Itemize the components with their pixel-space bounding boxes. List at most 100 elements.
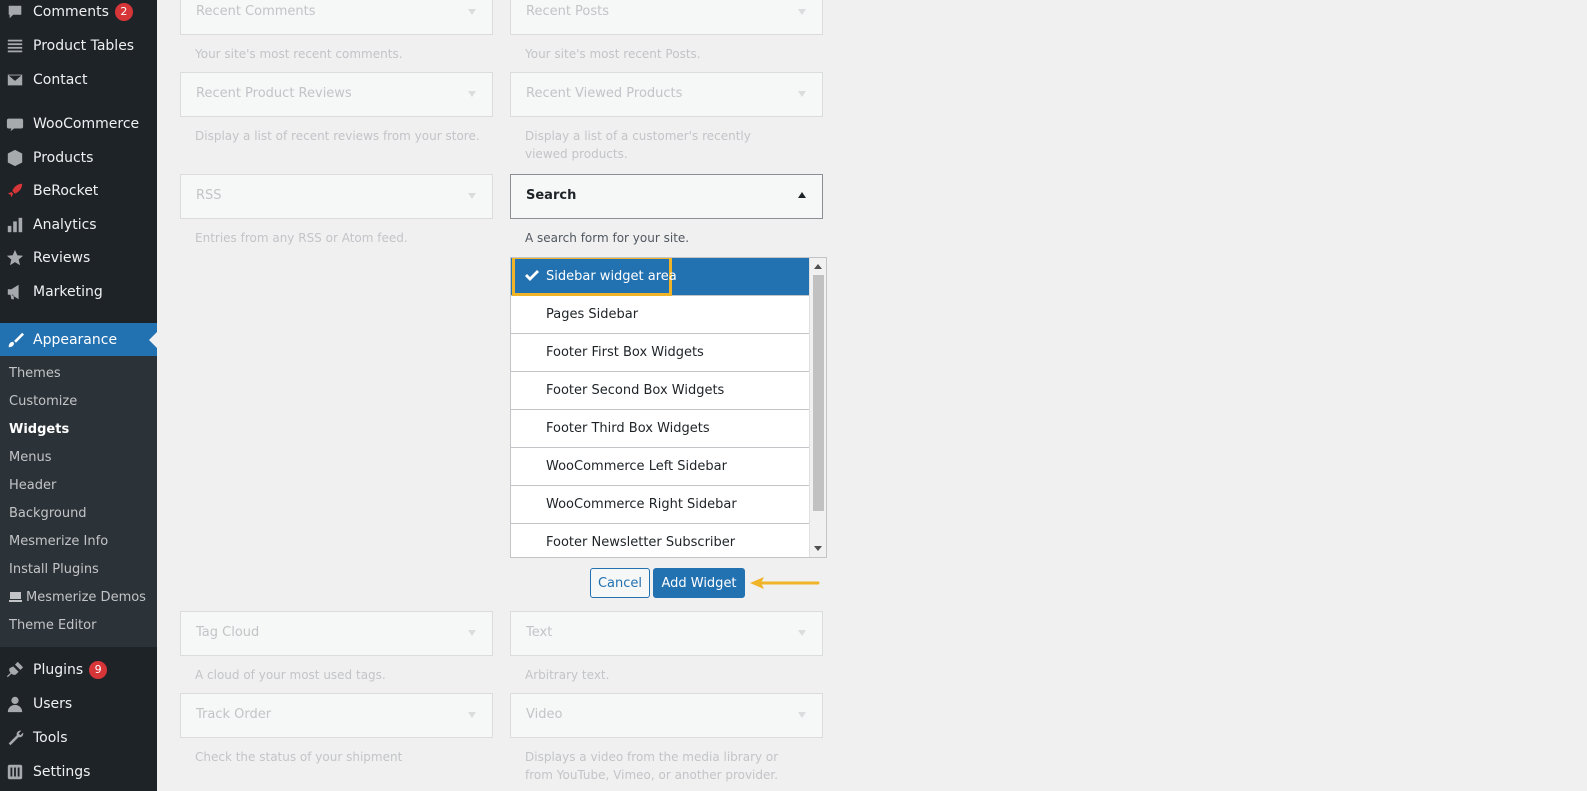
menu-label: Settings <box>33 764 91 780</box>
submenu-label: Mesmerize Demos <box>26 590 146 605</box>
submenu-theme-editor[interactable]: Theme Editor <box>9 616 96 636</box>
submenu-themes[interactable]: Themes <box>9 364 61 384</box>
scroll-down-arrow-icon[interactable] <box>814 546 822 551</box>
menu-item-analytics[interactable]: Analytics <box>0 208 157 242</box>
chooser-item-footer-second-box[interactable]: Footer Second Box Widgets <box>511 372 810 410</box>
menu-item-products[interactable]: Products <box>0 141 157 175</box>
chooser-item-sidebar-widget-area[interactable]: Sidebar widget area <box>511 258 810 296</box>
wrench-icon <box>5 728 25 748</box>
widget-track-order[interactable]: Track Order <box>180 693 493 738</box>
menu-item-plugins[interactable]: Plugins 9 <box>0 653 157 687</box>
chevron-down-icon <box>798 9 806 15</box>
menu-item-reviews[interactable]: Reviews <box>0 241 157 275</box>
menu-item-product-tables[interactable]: Product Tables <box>0 29 157 63</box>
chooser-item-footer-third-box[interactable]: Footer Third Box Widgets <box>511 410 810 448</box>
menu-label: Contact <box>33 72 88 88</box>
submenu-mesmerize-demos[interactable]: Mesmerize Demos <box>9 588 146 608</box>
menu-item-tools[interactable]: Tools <box>0 721 157 755</box>
plugins-count-badge: 9 <box>89 661 108 679</box>
widget-title: Recent Viewed Products <box>526 86 683 101</box>
submenu-install-plugins[interactable]: Install Plugins <box>9 560 99 580</box>
widget-description: A search form for your site. <box>525 231 690 245</box>
menu-item-woocommerce[interactable]: WooCommerce <box>0 107 157 141</box>
widget-title: Recent Posts <box>526 4 610 19</box>
user-icon <box>5 694 25 714</box>
comment-icon <box>5 2 25 22</box>
submenu-customize[interactable]: Customize <box>9 392 77 412</box>
menu-label: Marketing <box>33 284 103 300</box>
widget-description: Your site's most recent Posts. <box>525 47 701 61</box>
chooser-item-footer-first-box[interactable]: Footer First Box Widgets <box>511 334 810 372</box>
menu-item-settings[interactable]: Settings <box>0 755 157 789</box>
box-icon <box>5 148 25 168</box>
chooser-item-label: Footer Third Box Widgets <box>546 421 710 436</box>
menu-label: Plugins <box>33 662 84 678</box>
laptop-icon <box>9 592 22 602</box>
submenu-header[interactable]: Header <box>9 476 56 496</box>
settings-icon <box>5 762 25 782</box>
widget-rss[interactable]: RSS <box>180 174 493 219</box>
widget-search[interactable]: Search <box>510 174 823 219</box>
menu-label: BeRocket <box>33 183 99 199</box>
chooser-item-label: Footer Second Box Widgets <box>546 383 725 398</box>
widget-recent-product-reviews[interactable]: Recent Product Reviews <box>180 72 493 117</box>
widget-recent-viewed-products[interactable]: Recent Viewed Products <box>510 72 823 117</box>
menu-item-contact[interactable]: Contact <box>0 63 157 97</box>
scroll-up-arrow-icon[interactable] <box>814 264 822 269</box>
chevron-down-icon <box>798 630 806 636</box>
menu-label: Appearance <box>33 332 118 348</box>
menu-item-appearance[interactable]: Appearance <box>0 323 157 357</box>
chooser-item-label: Sidebar widget area <box>546 269 677 284</box>
chooser-scrollbar[interactable] <box>809 258 826 557</box>
chooser-item-woocommerce-right[interactable]: WooCommerce Right Sidebar <box>511 486 810 524</box>
add-widget-button[interactable]: Add Widget <box>653 568 745 598</box>
menu-item-marketing[interactable]: Marketing <box>0 275 157 309</box>
menu-item-comments[interactable]: Comments 2 <box>0 0 157 29</box>
widget-description: Entries from any RSS or Atom feed. <box>195 231 408 245</box>
chevron-down-icon <box>468 91 476 97</box>
chooser-item-label: Pages Sidebar <box>546 307 639 322</box>
chooser-item-pages-sidebar[interactable]: Pages Sidebar <box>511 296 810 334</box>
widget-description: Check the status of your shipment <box>195 750 403 764</box>
submenu-menus[interactable]: Menus <box>9 448 51 468</box>
widget-description: Displays a video from the media library … <box>525 750 779 782</box>
chooser-item-woocommerce-left[interactable]: WooCommerce Left Sidebar <box>511 448 810 486</box>
widget-description: Display a list of a customer's recently … <box>525 129 751 161</box>
widget-recent-posts[interactable]: Recent Posts <box>510 0 823 35</box>
widget-title: Tag Cloud <box>196 625 260 640</box>
widget-description: Your site's most recent comments. <box>195 47 403 61</box>
menu-item-users[interactable]: Users <box>0 687 157 721</box>
scroll-thumb[interactable] <box>813 275 824 511</box>
widget-description: A cloud of your most used tags. <box>195 668 386 682</box>
submenu-widgets[interactable]: Widgets <box>9 420 69 440</box>
widget-tag-cloud[interactable]: Tag Cloud <box>180 611 493 656</box>
chooser-item-footer-newsletter[interactable]: Footer Newsletter Subscriber <box>511 524 810 557</box>
chevron-down-icon <box>798 712 806 718</box>
menu-label: WooCommerce <box>33 116 140 132</box>
megaphone-icon <box>5 282 25 302</box>
widget-title: Track Order <box>196 707 272 722</box>
menu-item-berocket[interactable]: BeRocket <box>0 174 157 208</box>
checkmark-icon <box>523 268 539 284</box>
widget-description: Arbitrary text. <box>525 668 610 682</box>
submenu-background[interactable]: Background <box>9 504 87 524</box>
chevron-down-icon <box>468 193 476 199</box>
mail-icon <box>5 70 25 90</box>
rocket-icon <box>5 181 25 201</box>
widget-text[interactable]: Text <box>510 611 823 656</box>
widget-recent-comments[interactable]: Recent Comments <box>180 0 493 35</box>
comments-count-badge: 2 <box>114 3 133 21</box>
chevron-down-icon <box>798 91 806 97</box>
widget-title: Search <box>526 188 577 203</box>
menu-label: Comments <box>33 4 109 20</box>
admin-sidebar: Comments 2 Product Tables Contact WooCom… <box>0 0 157 791</box>
chooser-item-label: Footer Newsletter Subscriber <box>546 535 736 550</box>
widget-video[interactable]: Video <box>510 693 823 738</box>
cancel-button[interactable]: Cancel <box>590 568 650 598</box>
list-icon <box>5 36 25 56</box>
submenu-mesmerize-info[interactable]: Mesmerize Info <box>9 532 108 552</box>
chevron-down-icon <box>468 712 476 718</box>
pointer-arrow-icon <box>750 577 820 589</box>
widget-area-chooser[interactable]: Sidebar widget area Pages Sidebar Footer… <box>510 257 827 558</box>
chevron-up-icon <box>798 192 806 198</box>
